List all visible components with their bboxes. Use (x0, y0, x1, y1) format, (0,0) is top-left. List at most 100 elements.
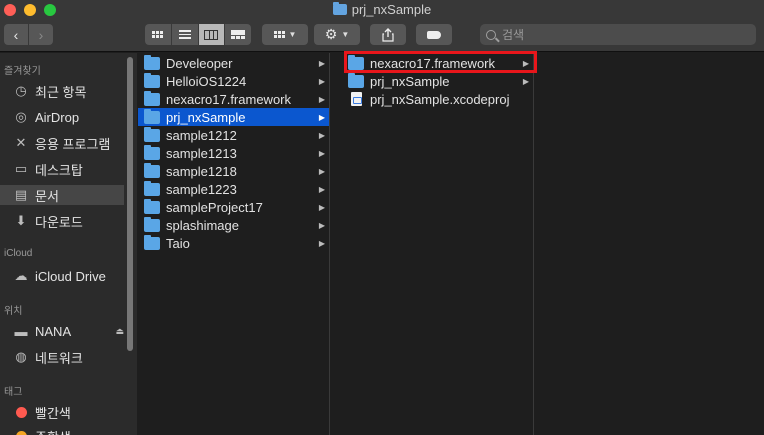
cloud-icon: ☁ (14, 268, 28, 283)
chevron-right-icon: ▶ (318, 184, 325, 194)
chevron-down-icon: ▼ (341, 30, 350, 39)
sidebar-item-downloads[interactable]: ⬇ 다운로드 (13, 211, 128, 231)
folder-icon (144, 180, 160, 196)
airdrop-icon: ◎ (15, 109, 27, 124)
sidebar-item-desktop[interactable]: ▭ 데스크탑 (13, 159, 128, 179)
icon-view-button[interactable] (145, 24, 172, 45)
folder-icon (144, 126, 160, 142)
chevron-left-icon: ‹ (13, 26, 19, 43)
list-item-selected[interactable]: prj_nxSample ▶ (138, 108, 329, 126)
xcodeproj-file-icon (351, 92, 362, 106)
chevron-right-icon: ▶ (318, 238, 325, 248)
sidebar-section-favorites: 즐겨찾기 (4, 66, 41, 77)
sidebar-section-icloud: iCloud (4, 248, 33, 259)
share-icon (382, 27, 394, 42)
folder-icon (144, 72, 160, 88)
list-view-button[interactable] (171, 24, 199, 45)
sidebar-item-recents[interactable]: ◷ 최근 항목 (13, 81, 128, 101)
gallery-view-button[interactable] (225, 24, 251, 45)
list-item[interactable]: prj_nxSample ▶ (342, 72, 533, 90)
sidebar-item-applications[interactable]: ✕ 응용 프로그램 (13, 133, 128, 153)
group-grid-icon (273, 31, 285, 38)
finder-window: prj_nxSample ‹ › ▼ ⚙ ▼ 검색 즐겨찾기 ◷ 최근 항목 ◎… (0, 0, 764, 435)
sidebar-item-tag-red[interactable]: 빨간색 (13, 402, 128, 422)
window-title: prj_nxSample (0, 2, 764, 17)
search-field[interactable]: 검색 (480, 24, 756, 45)
share-button[interactable] (370, 24, 406, 45)
list-item[interactable]: splashimage ▶ (138, 216, 329, 234)
list-item[interactable]: Develeoper ▶ (138, 54, 329, 72)
red-tag-icon (13, 404, 29, 420)
view-mode-control (145, 24, 251, 45)
column-view-button[interactable] (198, 24, 226, 45)
list-item[interactable]: sample1212 ▶ (138, 126, 329, 144)
sidebar-scrollbar[interactable] (127, 57, 133, 351)
list-item[interactable]: prj_nxSample.xcodeproj (342, 90, 533, 108)
chevron-right-icon: ▶ (318, 220, 325, 230)
folder-icon (144, 162, 160, 178)
chevron-right-icon: › (38, 26, 44, 43)
folder-icon (144, 108, 160, 124)
folder-icon (144, 90, 160, 106)
chevron-right-icon: ▶ (318, 130, 325, 140)
back-button[interactable]: ‹ (4, 24, 28, 45)
sidebar-item-network[interactable]: ◍ 네트워크 (13, 347, 128, 367)
highlight-annotation-box (344, 51, 537, 73)
edit-tags-button[interactable] (416, 24, 452, 45)
gallery-icon (231, 29, 246, 40)
folder-icon (144, 216, 160, 232)
applications-icon: ✕ (15, 135, 27, 150)
sidebar-item-airdrop[interactable]: ◎ AirDrop (13, 107, 128, 127)
sidebar-item-tag-orange[interactable]: 주황색 (13, 426, 128, 435)
chevron-right-icon: ▶ (318, 94, 325, 104)
folder-icon (144, 144, 160, 160)
search-placeholder: 검색 (502, 28, 525, 42)
forward-button[interactable]: › (29, 24, 53, 45)
document-icon: ▤ (14, 187, 28, 202)
columns-icon (204, 29, 219, 40)
column-2: nexacro17.framework ▶ prj_nxSample ▶ prj_n… (342, 53, 534, 435)
sidebar-item-icloud-drive[interactable]: ☁ iCloud Drive (13, 266, 128, 286)
action-menu-button[interactable]: ⚙ ▼ (314, 24, 360, 45)
desktop-icon: ▭ (14, 161, 28, 176)
gear-icon: ⚙ (324, 26, 338, 42)
sidebar-section-locations: 위치 (4, 306, 23, 317)
network-icon: ◍ (15, 349, 27, 364)
chevron-right-icon: ▶ (318, 202, 325, 212)
search-icon (486, 29, 496, 40)
sidebar-item-documents[interactable]: ▤ 문서 (0, 185, 124, 205)
chevron-right-icon: ▶ (522, 76, 529, 86)
chevron-right-icon: ▶ (318, 58, 325, 68)
folder-icon (332, 2, 347, 15)
title-bar: prj_nxSample ‹ › ▼ ⚙ ▼ 검색 (0, 0, 764, 52)
chevron-right-icon: ▶ (318, 166, 325, 176)
eject-icon[interactable]: ⏏ (115, 326, 124, 337)
list-icon (178, 28, 191, 41)
sidebar-section-tags: 태그 (4, 387, 23, 398)
list-item[interactable]: sample1223 ▶ (138, 180, 329, 198)
list-item[interactable]: Taio ▶ (138, 234, 329, 252)
chevron-right-icon: ▶ (318, 76, 325, 86)
tag-icon (427, 30, 441, 39)
folder-icon (144, 198, 160, 214)
icon-grid-icon (152, 31, 164, 38)
column-1: Develeoper ▶ HelloiOS1224 ▶ nexacro17.fram… (138, 53, 330, 435)
folder-icon (348, 72, 364, 88)
chevron-down-icon: ▼ (288, 30, 297, 39)
list-item[interactable]: sample1218 ▶ (138, 162, 329, 180)
orange-tag-icon (13, 428, 29, 435)
group-by-button[interactable]: ▼ (262, 24, 308, 45)
list-item[interactable]: sampleProject17 ▶ (138, 198, 329, 216)
list-item[interactable]: nexacro17.framework ▶ (138, 90, 329, 108)
sidebar-item-nana[interactable]: ▬ NANA ⏏ (13, 321, 128, 341)
clock-icon: ◷ (15, 83, 27, 98)
disk-icon: ▬ (14, 323, 28, 339)
chevron-right-icon: ▶ (318, 112, 325, 122)
chevron-right-icon: ▶ (318, 148, 325, 158)
folder-icon (144, 54, 160, 70)
sidebar: 즐겨찾기 ◷ 최근 항목 ◎ AirDrop ✕ 응용 프로그램 ▭ 데스크탑 ▤ 문서 … (0, 53, 137, 435)
list-item[interactable]: HelloiOS1224 ▶ (138, 72, 329, 90)
column-3 (547, 53, 764, 435)
download-icon: ⬇ (15, 213, 27, 228)
list-item[interactable]: sample1213 ▶ (138, 144, 329, 162)
